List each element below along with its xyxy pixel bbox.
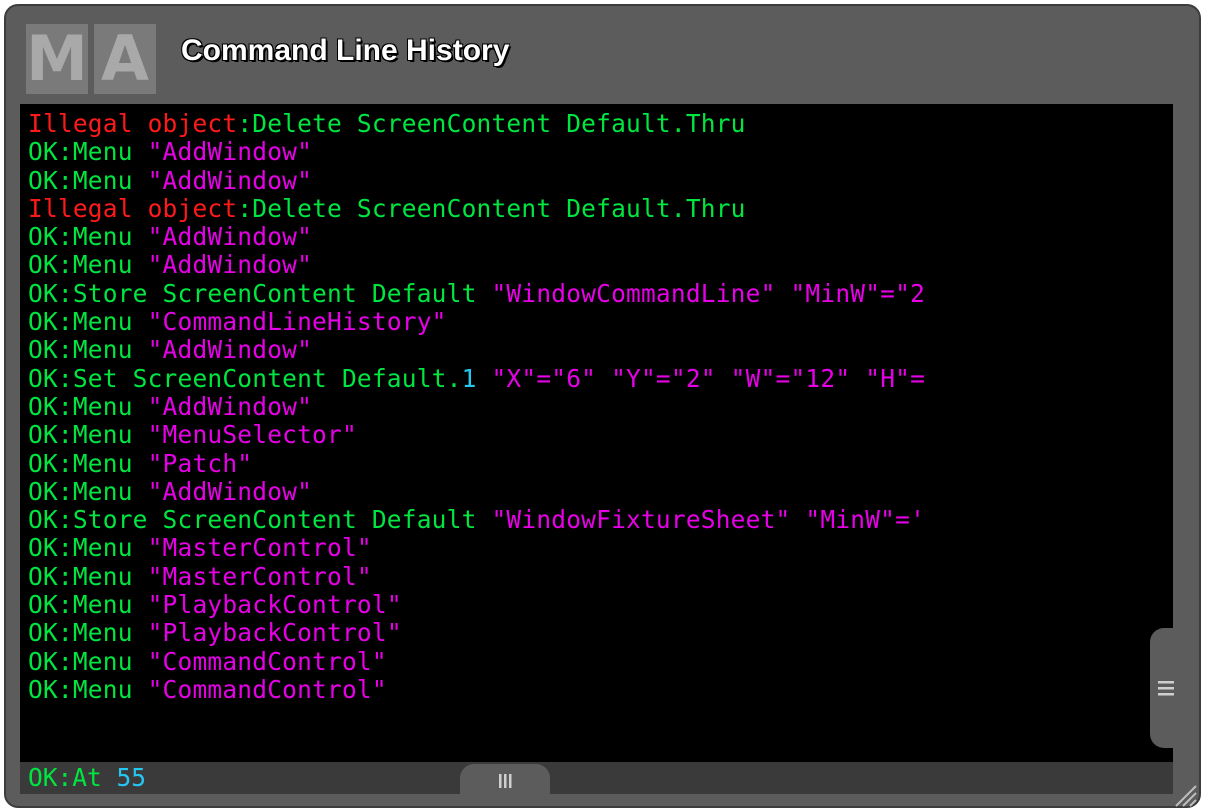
history-segment: "AddWindow" xyxy=(147,223,313,252)
history-segment: "WindowCommandLine" "MinW"="2 xyxy=(491,279,926,308)
history-segment: "X"="6" "Y"="2" "W"="12" "H"= xyxy=(476,364,926,393)
grip-vertical-lines-icon xyxy=(499,774,512,788)
history-segment: :Menu xyxy=(57,449,148,478)
history-segment: OK xyxy=(28,534,58,563)
history-segment: "WindowFixtureSheet" "MinW"=' xyxy=(491,506,926,535)
title-bar[interactable]: M A Command Line History xyxy=(6,6,1199,102)
current-line-segment: OK:At xyxy=(28,763,117,792)
history-line: OK:Menu "CommandControl" xyxy=(28,676,1173,704)
history-segment: "AddWindow" xyxy=(147,392,313,421)
history-segment: :Menu xyxy=(57,647,148,676)
command-input-bar[interactable]: OK:At 55 xyxy=(20,762,1173,794)
history-segment: :Delete ScreenContent Default.Thru xyxy=(237,110,746,138)
history-segment: "CommandControl" xyxy=(147,675,387,704)
history-segment: :Menu xyxy=(57,591,148,620)
history-segment: :Menu xyxy=(57,619,148,648)
side-resize-handle[interactable] xyxy=(1150,628,1182,748)
history-segment: 1 xyxy=(461,364,477,393)
bottom-resize-handle[interactable] xyxy=(460,764,550,794)
history-segment: OK xyxy=(28,392,58,421)
history-line: OK:Menu "CommandControl" xyxy=(28,648,1173,676)
history-segment: :Menu xyxy=(57,562,148,591)
history-segment: OK xyxy=(28,223,58,252)
history-segment: :Menu xyxy=(57,421,148,450)
history-segment: "AddWindow" xyxy=(147,251,313,280)
history-segment: OK xyxy=(28,647,58,676)
history-segment: Illegal object xyxy=(28,194,238,223)
history-console[interactable]: Illegal object:Delete ScreenContent Defa… xyxy=(20,104,1173,762)
current-line-segment: 55 xyxy=(116,763,147,792)
history-line: OK:Set ScreenContent Default.1 "X"="6" "… xyxy=(28,365,1173,393)
history-segment: :Menu xyxy=(57,392,148,421)
history-line: OK:Store ScreenContent Default "WindowFi… xyxy=(28,506,1173,534)
history-segment: "PlaybackControl" xyxy=(147,591,402,620)
history-line: OK:Menu "AddWindow" xyxy=(28,251,1173,279)
history-segment: "CommandLineHistory" xyxy=(147,308,447,337)
history-line: OK:Menu "AddWindow" xyxy=(28,393,1173,421)
logo-letter-m: M xyxy=(26,22,88,95)
history-line: OK:Menu "MenuSelector" xyxy=(28,421,1173,449)
history-segment: "AddWindow" xyxy=(147,336,313,365)
history-segment: "Patch" xyxy=(147,449,253,478)
history-line: Illegal object:Delete ScreenContent Defa… xyxy=(28,110,1173,138)
history-line: OK:Menu "PlaybackControl" xyxy=(28,619,1173,647)
history-segment: "MasterControl" xyxy=(147,562,372,591)
history-segment: OK xyxy=(28,506,58,535)
grip-horizontal-lines-icon xyxy=(1158,681,1174,696)
history-line: OK:Menu "PlaybackControl" xyxy=(28,591,1173,619)
history-segment: "MasterControl" xyxy=(147,534,372,563)
history-segment: "AddWindow" xyxy=(147,477,313,506)
history-segment: OK xyxy=(28,336,58,365)
history-segment: :Menu xyxy=(57,166,148,195)
history-segment: :Delete ScreenContent Default.Thru xyxy=(237,194,746,223)
history-segment: :Menu xyxy=(57,675,148,704)
history-segment: "CommandControl" xyxy=(147,647,387,676)
history-segment: OK xyxy=(28,308,58,337)
history-segment: OK xyxy=(28,251,58,280)
history-segment: :Menu xyxy=(57,223,148,252)
history-line: OK:Menu "CommandLineHistory" xyxy=(28,308,1173,336)
history-segment: :Menu xyxy=(57,138,148,167)
history-segment: :Menu xyxy=(57,477,148,506)
history-line: OK:Menu "AddWindow" xyxy=(28,223,1173,251)
history-segment: "PlaybackControl" xyxy=(147,619,402,648)
history-line: OK:Menu "MasterControl" xyxy=(28,534,1173,562)
history-line: Illegal object:Delete ScreenContent Defa… xyxy=(28,195,1173,223)
history-segment: "AddWindow" xyxy=(147,166,313,195)
history-segment: OK xyxy=(28,562,58,591)
history-segment: "AddWindow" xyxy=(147,138,313,167)
history-lines: Illegal object:Delete ScreenContent Defa… xyxy=(28,110,1173,704)
logo-letter-a: A xyxy=(94,24,156,94)
history-segment: OK xyxy=(28,449,58,478)
history-segment: OK xyxy=(28,421,58,450)
history-segment: OK xyxy=(28,166,58,195)
resize-corner-icon[interactable] xyxy=(1172,782,1198,808)
history-segment: OK xyxy=(28,279,58,308)
history-segment: "MenuSelector" xyxy=(147,421,357,450)
history-line: OK:Menu "AddWindow" xyxy=(28,336,1173,364)
history-segment: OK xyxy=(28,364,58,393)
history-segment: :Set ScreenContent Default. xyxy=(57,364,462,393)
history-segment: :Menu xyxy=(57,534,148,563)
history-segment: OK xyxy=(28,138,58,167)
history-segment: OK xyxy=(28,591,58,620)
history-line: OK:Menu "AddWindow" xyxy=(28,138,1173,166)
history-line: OK:Menu "AddWindow" xyxy=(28,478,1173,506)
history-segment: :Store ScreenContent Default xyxy=(57,506,492,535)
history-segment: OK xyxy=(28,675,58,704)
history-segment: Illegal object xyxy=(28,110,238,138)
history-line: OK:Store ScreenContent Default "WindowCo… xyxy=(28,280,1173,308)
window-title: Command Line History xyxy=(181,34,510,67)
history-segment: :Menu xyxy=(57,336,148,365)
history-segment: :Menu xyxy=(57,308,148,337)
history-line: OK:Menu "MasterControl" xyxy=(28,563,1173,591)
history-segment: OK xyxy=(28,619,58,648)
current-command-line[interactable]: OK:At 55 xyxy=(28,762,146,794)
history-segment: :Store ScreenContent Default xyxy=(57,279,492,308)
history-segment: OK xyxy=(28,477,58,506)
history-line: OK:Menu "Patch" xyxy=(28,450,1173,478)
history-segment: :Menu xyxy=(57,251,148,280)
history-line: OK:Menu "AddWindow" xyxy=(28,167,1173,195)
